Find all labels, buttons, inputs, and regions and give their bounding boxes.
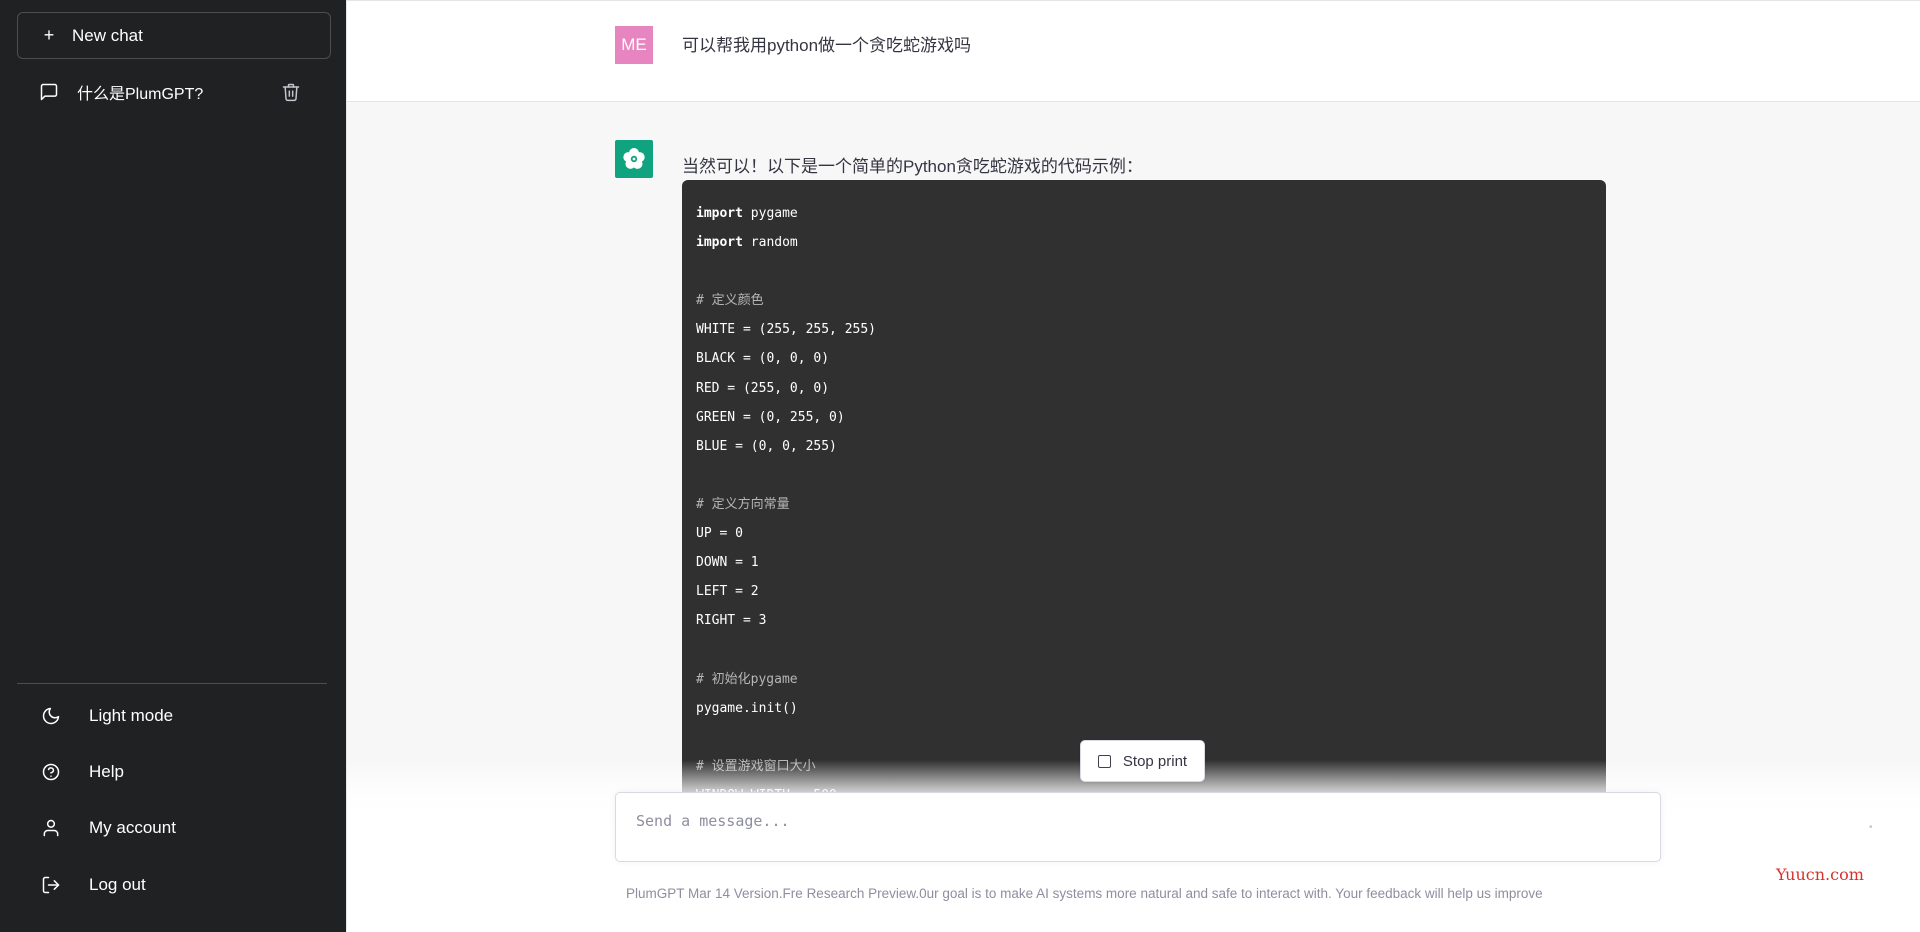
log-out-label: Log out: [89, 875, 146, 894]
code-line: BLUE = (0, 0, 255): [696, 438, 837, 454]
message-input[interactable]: [634, 809, 1594, 833]
code-line: import random: [696, 235, 798, 251]
message-input-box[interactable]: •: [615, 792, 1873, 862]
user-message-text: 可以帮我用python做一个贪吃蛇游戏吗: [682, 36, 972, 55]
code-line: DOWN = 1: [696, 555, 759, 571]
user-message-row: ME 可以帮我用python做一个贪吃蛇游戏吗: [347, 1, 1920, 102]
code-line: import pygame: [696, 206, 798, 221]
stop-print-label: Stop print: [1122, 752, 1188, 770]
help-label: Help: [89, 762, 124, 781]
plus-icon: +: [43, 25, 55, 45]
sidebar-divider: [17, 683, 327, 684]
code-line: # 定义方向常量: [696, 496, 790, 512]
log-out-button[interactable]: Log out: [17, 863, 331, 907]
code-line: # 定义颜色: [696, 293, 764, 309]
flower-logo-icon: [623, 148, 645, 169]
code-block[interactable]: import pygame import random # 定义颜色 WHITE = …: [682, 180, 1606, 800]
stop-print-button[interactable]: Stop print: [1080, 740, 1205, 782]
send-icon[interactable]: •: [1869, 823, 1879, 833]
code-keyword: import: [696, 235, 743, 251]
sidebar: + New chat 什么是PlumGPT? Light mode Help M…: [0, 0, 346, 932]
stop-square-icon: [1097, 754, 1111, 768]
light-mode-button[interactable]: Light mode: [17, 694, 331, 738]
code-line: BLACK = (0, 0, 0): [696, 351, 830, 367]
assistant-avatar: [615, 140, 653, 178]
chat-history-item[interactable]: 什么是PlumGPT?: [17, 72, 331, 112]
code-line: RIGHT = 3: [696, 613, 767, 629]
watermark: Yuucn.com: [1776, 865, 1864, 884]
help-circle-icon: [42, 763, 60, 781]
code-line: WHITE = (255, 255, 255): [696, 322, 877, 338]
moon-icon: [42, 707, 60, 725]
chat-history-title: 什么是PlumGPT?: [77, 86, 204, 103]
footer-disclaimer: PlumGPT Mar 14 Version.Fre Research Prev…: [626, 886, 1543, 901]
logout-icon: [42, 876, 60, 894]
my-account-label: My account: [89, 818, 176, 837]
my-account-button[interactable]: My account: [17, 806, 331, 850]
code-line: GREEN = (0, 255, 0): [696, 409, 845, 425]
message-icon: [40, 83, 58, 101]
new-chat-button[interactable]: + New chat: [17, 12, 331, 59]
code-line: LEFT = 2: [696, 584, 759, 600]
chat-main: ME 可以帮我用python做一个贪吃蛇游戏吗 当然可以！以下是一个简单的Pyt…: [346, 0, 1920, 932]
assistant-intro-text: 当然可以！以下是一个简单的Python贪吃蛇游戏的代码示例：: [682, 157, 1143, 176]
code-line: # 初始化pygame: [696, 671, 798, 687]
light-mode-label: Light mode: [89, 706, 174, 725]
trash-icon[interactable]: [281, 82, 301, 102]
code-line: pygame.init(): [696, 700, 798, 716]
scrollbar[interactable]: [1906, 0, 1920, 932]
help-button[interactable]: Help: [17, 750, 331, 794]
new-chat-label: New chat: [72, 25, 143, 45]
code-line: UP = 0: [696, 526, 743, 542]
user-avatar: ME: [615, 26, 653, 64]
user-icon: [43, 819, 59, 837]
code-keyword: import: [696, 206, 743, 221]
code-line: RED = (255, 0, 0): [696, 380, 830, 396]
